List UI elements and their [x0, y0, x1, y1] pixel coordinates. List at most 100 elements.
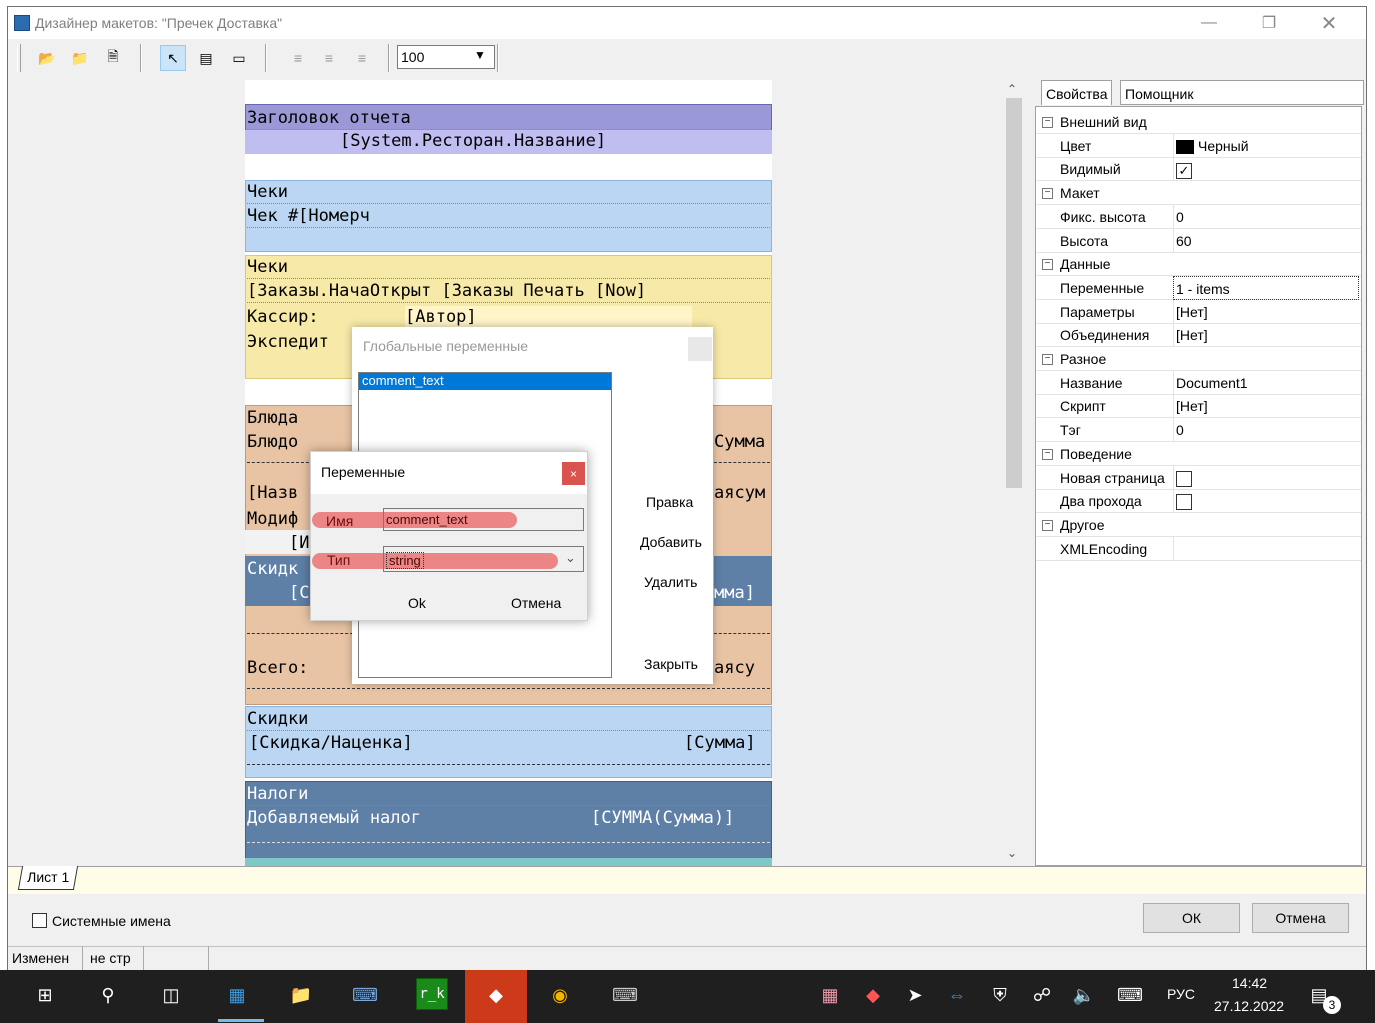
property-value[interactable]: Черный [1173, 133, 1361, 158]
dish-name-field[interactable]: [Назв [247, 482, 298, 504]
designer-app-icon[interactable]: ▦ [222, 980, 252, 1010]
chrome-icon[interactable]: ◉ [545, 980, 575, 1010]
tray-teamviewer-icon[interactable]: ⇔ [942, 980, 972, 1010]
orders-row[interactable]: [Заказы.НачаОткрыт [Заказы Печать [Now] [247, 280, 770, 303]
delete-button[interactable]: Удалить [644, 574, 697, 590]
scroll-down-icon[interactable]: ⌄ [1007, 846, 1017, 860]
search-icon[interactable]: ⚲ [93, 980, 123, 1010]
file-explorer-icon[interactable]: 📁 [286, 980, 316, 1010]
tray-anydesk-icon[interactable]: ◆ [858, 980, 888, 1010]
tray-telegram-icon[interactable]: ➤ [900, 980, 930, 1010]
property-row[interactable]: Параметры [Нет] [1036, 299, 1361, 324]
cash-register-icon[interactable]: ⌨ [610, 980, 640, 1010]
collapse-icon[interactable]: − [1042, 259, 1053, 271]
system-names-checkbox[interactable] [32, 913, 47, 928]
property-checkbox[interactable]: ✓ [1176, 162, 1192, 179]
property-value[interactable]: ✓ [1173, 157, 1361, 182]
property-value[interactable] [1173, 536, 1361, 561]
rk-app-icon[interactable]: r_k [416, 978, 448, 1010]
discount-sum-total[interactable]: [Сумма] [684, 732, 756, 754]
report-title-field[interactable]: [System.Ресторан.Название] [340, 130, 606, 152]
dishes-band-title[interactable]: Блюда [247, 407, 298, 429]
tray-keyboard-icon[interactable]: ⌨ [1115, 980, 1145, 1010]
align-right-icon[interactable]: ≡ [349, 45, 375, 71]
scroll-up-icon[interactable]: ⌃ [1007, 82, 1017, 96]
pos-terminal-icon[interactable]: ⌨ [350, 980, 380, 1010]
property-row[interactable]: Два прохода [1036, 489, 1361, 514]
tray-shield-icon[interactable]: ⛨ [985, 980, 1015, 1010]
property-row[interactable]: Тэг 0 [1036, 418, 1361, 443]
save-icon[interactable]: 📁 [67, 45, 93, 71]
cashier-label[interactable]: Кассир: [247, 306, 319, 328]
checks-band-2-title[interactable]: Чеки [247, 256, 770, 279]
property-row[interactable]: Высота 60 [1036, 228, 1361, 253]
property-value[interactable]: Document1 [1173, 370, 1361, 395]
modifier-label[interactable]: Модиф [247, 508, 298, 530]
property-row[interactable]: Скрипт [Нет] [1036, 394, 1361, 419]
discounts-band-title[interactable]: Скидки [247, 708, 770, 731]
anydesk-icon[interactable]: ◆ [481, 980, 511, 1010]
discount-markup-field[interactable]: [Скидка/Наценка] [249, 732, 413, 754]
total-sum-field[interactable]: аясу [714, 657, 755, 679]
band-object-icon[interactable]: ▭ [226, 45, 252, 71]
property-value[interactable]: 0 [1173, 418, 1361, 443]
checks-band-1-title[interactable]: Чеки [247, 181, 770, 204]
sheet-tab[interactable]: Лист 1 [17, 866, 79, 890]
select-pointer-icon[interactable]: ↖ [160, 45, 186, 71]
collapse-icon[interactable]: − [1042, 188, 1053, 200]
property-value[interactable]: 60 [1173, 228, 1361, 253]
report-title-label[interactable]: Заголовок отчета [247, 107, 770, 130]
tab-helper[interactable]: Помощник [1120, 80, 1364, 105]
tray-language[interactable]: РУС [1167, 986, 1195, 1002]
property-category[interactable]: − Макет [1036, 181, 1361, 206]
dish-sum-field[interactable]: аясум [714, 482, 765, 504]
tray-time[interactable]: 14:42 [1232, 975, 1267, 991]
property-value[interactable]: [Нет] [1173, 394, 1361, 419]
property-value[interactable]: [Нет] [1173, 299, 1361, 324]
edit-button[interactable]: Правка [646, 494, 693, 510]
property-checkbox[interactable] [1176, 494, 1192, 511]
dish-sum-label[interactable]: Сумма [714, 431, 765, 453]
variables-close-icon[interactable]: × [562, 462, 585, 485]
tray-network-icon[interactable]: ☍ [1027, 980, 1057, 1010]
discount-field[interactable]: [С [289, 582, 309, 604]
property-row[interactable]: Новая страница [1036, 465, 1361, 490]
open-icon[interactable]: 📂 [34, 45, 60, 71]
collapse-icon[interactable]: − [1042, 354, 1053, 365]
discount-label[interactable]: Скидк [247, 558, 298, 580]
close-icon[interactable]: ✕ [1306, 7, 1352, 39]
collapse-icon[interactable]: − [1042, 519, 1053, 531]
text-object-icon[interactable]: ▤ [193, 45, 219, 71]
variables-ok-button[interactable]: Ok [408, 595, 426, 611]
zoom-select[interactable]: 100 ▼ [397, 45, 495, 69]
property-value[interactable]: 0 [1173, 204, 1361, 229]
global-variables-close-icon[interactable] [688, 337, 712, 361]
tray-date[interactable]: 27.12.2022 [1214, 998, 1284, 1014]
task-view-icon[interactable]: ◫ [156, 980, 186, 1010]
collapse-icon[interactable]: − [1042, 117, 1053, 128]
tray-volume-muted-icon[interactable]: 🔈 [1069, 980, 1099, 1010]
collapse-icon[interactable]: − [1042, 448, 1053, 460]
windows-start-icon[interactable]: ⊞ [30, 980, 60, 1010]
expeditor-label[interactable]: Экспедит [247, 331, 329, 353]
align-center-icon[interactable]: ≡ [316, 45, 342, 71]
scroll-thumb[interactable] [1006, 98, 1022, 488]
property-value[interactable]: [Нет] [1173, 323, 1361, 348]
modifier-field[interactable]: [И [289, 532, 309, 554]
restore-icon[interactable]: ❐ [1246, 7, 1292, 39]
property-value[interactable]: 1 - items [1173, 275, 1359, 300]
align-left-icon[interactable]: ≡ [285, 45, 311, 71]
preview-icon[interactable]: 🗎 [100, 45, 126, 71]
cancel-button[interactable]: Отмена [1252, 903, 1349, 933]
ok-button[interactable]: ОК [1143, 903, 1240, 933]
property-checkbox[interactable] [1176, 470, 1192, 487]
vat-sum-field[interactable]: [СУММА(Сумма)] [591, 807, 734, 829]
add-button[interactable]: Добавить [640, 534, 702, 550]
property-value[interactable] [1173, 465, 1361, 490]
total-label[interactable]: Всего: [247, 657, 308, 679]
property-category[interactable]: − Поведение [1036, 442, 1361, 466]
vat-label[interactable]: Добавляемый налог [247, 807, 421, 829]
tab-properties[interactable]: Свойства [1041, 80, 1113, 105]
property-row[interactable]: XMLEncoding [1036, 536, 1361, 561]
taxes-band-title[interactable]: Налоги [247, 783, 770, 806]
